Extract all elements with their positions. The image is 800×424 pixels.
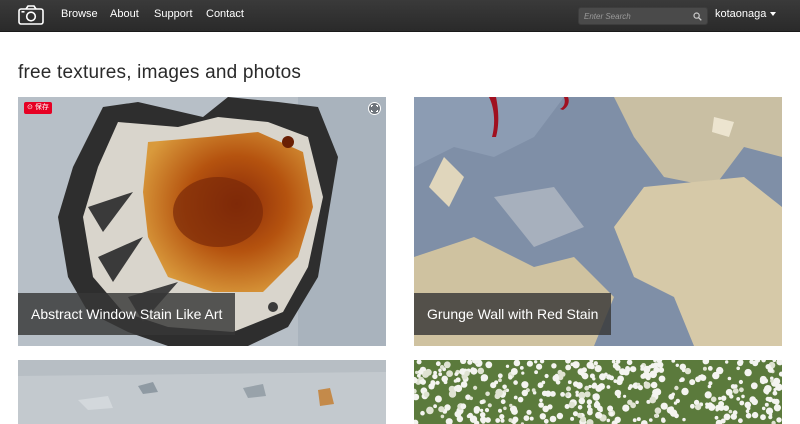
texture-image: [414, 360, 782, 424]
search-input[interactable]: [584, 9, 688, 23]
page-title: free textures, images and photos: [18, 62, 302, 83]
save-label: 保存: [34, 104, 49, 111]
expand-icon[interactable]: [368, 102, 381, 115]
card-caption: Grunge Wall with Red Stain: [414, 293, 612, 335]
chevron-down-icon: [770, 12, 777, 16]
texture-card[interactable]: [414, 360, 782, 424]
search-box: [578, 7, 708, 25]
nav-link-browse[interactable]: Browse: [61, 8, 98, 20]
top-navbar: Browse About Support Contact kotaonaga: [0, 0, 800, 32]
nav-link-contact[interactable]: Contact: [206, 8, 244, 20]
user-menu[interactable]: kotaonaga: [715, 8, 777, 20]
save-button[interactable]: ⊙ 保存: [24, 102, 52, 114]
texture-card[interactable]: [18, 360, 386, 424]
texture-image: [18, 360, 386, 424]
username-label: kotaonaga: [715, 8, 767, 20]
texture-card[interactable]: Grunge Wall with Red Stain: [414, 97, 782, 346]
texture-card[interactable]: ⊙ 保存 Abstract Window Stain Like Art: [18, 97, 386, 346]
camera-icon[interactable]: [18, 5, 44, 25]
nav-link-about[interactable]: About: [110, 8, 139, 20]
card-caption: Abstract Window Stain Like Art: [18, 293, 236, 335]
search-icon[interactable]: [693, 12, 702, 21]
nav-link-support[interactable]: Support: [154, 8, 193, 20]
pin-icon: ⊙: [27, 104, 33, 111]
